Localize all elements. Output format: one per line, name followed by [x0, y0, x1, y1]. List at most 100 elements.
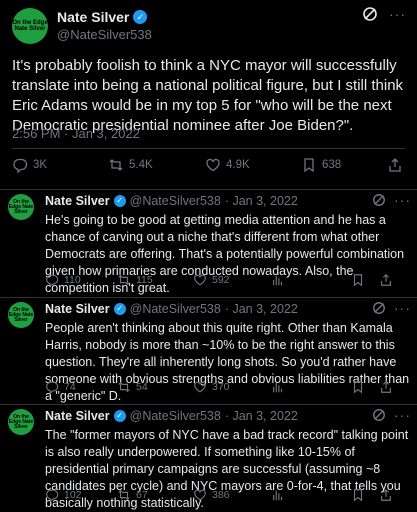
author-name[interactable]: Nate Silver [45, 302, 110, 316]
action-bar: 74 54 370 [45, 380, 411, 396]
like-button[interactable]: 592 [193, 273, 230, 287]
like-count: 386 [212, 489, 230, 501]
repost-button[interactable]: 54 [117, 380, 148, 394]
reply-button[interactable]: 74 [45, 380, 76, 394]
reply-count: 102 [64, 489, 82, 501]
more-icon[interactable]: ··· [389, 6, 406, 22]
share-button[interactable] [379, 273, 393, 287]
share-icon [381, 380, 391, 393]
verified-icon: ✓ [113, 195, 126, 207]
bookmark-count: 638 [322, 159, 342, 171]
author-handle[interactable]: @NateSilver538 [130, 302, 221, 316]
reply-count: 3K [33, 159, 48, 171]
like-count: 4.9K [226, 159, 250, 171]
reply-icon [46, 489, 59, 502]
reply-date[interactable]: · Jan 3, 2022 [225, 409, 298, 423]
bookmark-icon [353, 489, 363, 502]
share-icon [389, 158, 401, 172]
bookmark-button[interactable] [351, 380, 365, 394]
like-button[interactable]: 370 [193, 380, 230, 394]
reply-tweet[interactable]: On the Edge Nate Silver Nate Silver ✓ @N… [0, 190, 417, 298]
reply-date[interactable]: · Jan 3, 2022 [225, 194, 298, 208]
reply-icon [13, 158, 28, 173]
like-button[interactable]: 386 [193, 488, 230, 502]
reply-icon [46, 274, 59, 287]
author-handle[interactable]: @NateSilver538 [57, 27, 152, 42]
author-handle[interactable]: @NateSilver538 [130, 194, 221, 208]
reply-icon [46, 381, 59, 394]
verified-icon: ✓ [133, 10, 148, 24]
bookmark-button[interactable] [351, 488, 365, 502]
views-button[interactable] [271, 488, 285, 502]
reply-button[interactable]: 110 [45, 273, 81, 287]
bookmark-icon [304, 158, 314, 173]
repost-button[interactable]: 67 [117, 488, 148, 502]
repost-icon [118, 381, 130, 393]
action-bar: 110 115 592 [45, 273, 411, 289]
reply-button[interactable]: 102 [45, 488, 82, 502]
tweet-timestamp[interactable]: 2:56 PM · Jan 3, 2022 [12, 126, 140, 141]
reply-count: 74 [64, 381, 76, 393]
verified-icon: ✓ [113, 410, 126, 422]
share-icon [381, 488, 391, 501]
author-name[interactable]: Nate Silver [45, 409, 110, 423]
author-name-text[interactable]: Nate Silver [57, 9, 129, 25]
share-button[interactable] [387, 157, 403, 173]
reply-tweet[interactable]: On the Edge Nate Silver Nate Silver ✓ @N… [0, 405, 417, 512]
verified-icon: ✓ [113, 303, 126, 315]
author-name[interactable]: Nate Silver [45, 194, 110, 208]
reply-tweet[interactable]: On the Edge Nate Silver Nate Silver ✓ @N… [0, 298, 417, 405]
heart-icon [194, 489, 206, 501]
avatar[interactable]: On the Edge Nate Silver [8, 409, 34, 435]
like-button[interactable]: 4.9K [205, 157, 250, 173]
like-count: 592 [212, 274, 230, 286]
tweet-text: It's probably foolish to think a NYC may… [12, 57, 404, 134]
reply-header: Nate Silver ✓ @NateSilver538 · Jan 3, 20… [45, 409, 298, 423]
repost-count: 67 [136, 489, 148, 501]
heart-icon [194, 381, 206, 393]
grok-icon[interactable] [362, 6, 378, 26]
more-icon[interactable]: ··· [394, 192, 411, 208]
avatar[interactable]: On the Edge Nate Silver [8, 194, 34, 220]
grok-icon[interactable] [372, 193, 386, 211]
repost-icon [118, 489, 130, 501]
action-bar: 3K 5.4K 4.9K 638 [12, 157, 405, 177]
avatar[interactable]: On the Edge Nate Silver [8, 302, 34, 328]
share-icon [381, 273, 391, 286]
bookmark-button[interactable] [351, 273, 365, 287]
heart-icon [194, 274, 206, 286]
main-tweet: On the Edge Nate Silver Nate Silver ✓ @N… [0, 0, 417, 190]
avatar[interactable]: On the Edge Nate Silver [12, 8, 48, 44]
views-icon [273, 275, 283, 286]
reply-date[interactable]: · Jan 3, 2022 [225, 302, 298, 316]
like-count: 370 [212, 381, 230, 393]
views-button[interactable] [271, 380, 285, 394]
author-handle[interactable]: @NateSilver538 [130, 409, 221, 423]
reply-header: Nate Silver ✓ @NateSilver538 · Jan 3, 20… [45, 302, 298, 316]
author-name[interactable]: Nate Silver ✓ [57, 9, 148, 25]
heart-icon [206, 158, 220, 172]
bookmark-icon [353, 274, 363, 287]
bookmark-icon [353, 381, 363, 394]
repost-button[interactable]: 115 [117, 273, 153, 287]
reply-count: 110 [64, 274, 81, 286]
divider [12, 148, 405, 149]
repost-count: 115 [136, 274, 153, 286]
views-button[interactable] [271, 273, 285, 287]
reply-header: Nate Silver ✓ @NateSilver538 · Jan 3, 20… [45, 194, 298, 208]
more-icon[interactable]: ··· [394, 407, 411, 423]
views-icon [273, 490, 283, 501]
action-bar: 102 67 386 [45, 488, 411, 504]
share-button[interactable] [379, 488, 393, 502]
views-icon [273, 382, 283, 393]
grok-icon[interactable] [372, 408, 386, 426]
repost-icon [118, 274, 130, 286]
reply-button[interactable]: 3K [12, 157, 47, 173]
grok-icon[interactable] [372, 301, 386, 319]
more-icon[interactable]: ··· [394, 300, 411, 316]
bookmark-button[interactable]: 638 [301, 157, 341, 173]
repost-button[interactable]: 5.4K [108, 157, 153, 173]
repost-icon [109, 159, 123, 171]
share-button[interactable] [379, 380, 393, 394]
repost-count: 5.4K [129, 159, 153, 171]
